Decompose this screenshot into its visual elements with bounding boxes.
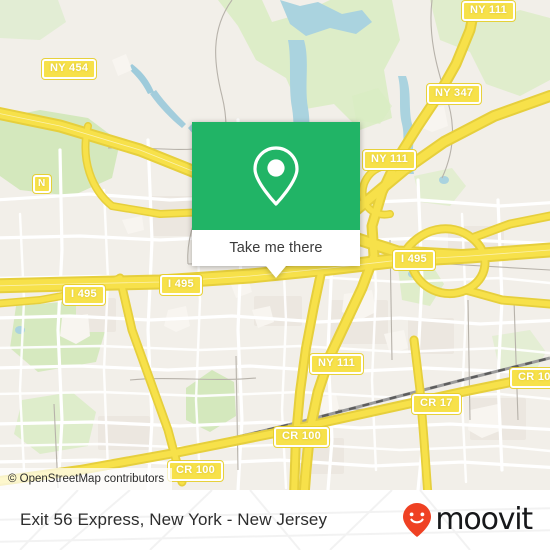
road-shield-ny-111-north[interactable]: NY 111: [462, 1, 516, 21]
map-screenshot: NY 454 NY 111 NY 347 NY 111 N I 495 I 49…: [0, 0, 550, 550]
moovit-pin-icon: [403, 503, 432, 537]
popup-footer[interactable]: Take me there: [192, 230, 360, 266]
popup-pointer-tail: [266, 266, 286, 278]
destination-popup-card[interactable]: Take me there: [192, 122, 360, 278]
road-shield-cr-100-mid[interactable]: CR 100: [274, 427, 330, 447]
road-shield-cr-100-west[interactable]: CR 100: [168, 461, 224, 481]
road-shield-cr-17[interactable]: CR 17: [412, 394, 461, 414]
road-shield-ny-347[interactable]: NY 347: [427, 84, 482, 104]
road-shield-ny-454[interactable]: NY 454: [42, 59, 97, 79]
moovit-logo[interactable]: moovit: [402, 502, 533, 538]
road-shield-i-495-west[interactable]: I 495: [63, 285, 105, 305]
place-title: Exit 56 Express, New York - New Jersey: [20, 510, 328, 529]
road-shield-n[interactable]: N: [33, 175, 51, 193]
osm-attribution-text: © OpenStreetMap contributors: [8, 473, 165, 485]
road-shield-cr-100-east[interactable]: CR 100: [510, 368, 550, 388]
location-pin-icon: [253, 146, 299, 206]
road-shield-i-495-east[interactable]: I 495: [393, 250, 435, 270]
popup-header: [192, 122, 360, 230]
road-shield-i-495-mid[interactable]: I 495: [160, 275, 202, 295]
moovit-wordmark: moovit: [435, 502, 533, 537]
osm-attribution[interactable]: © OpenStreetMap contributors: [0, 468, 173, 490]
road-shield-ny-111-south[interactable]: NY 111: [310, 354, 364, 374]
road-shield-ny-111-mid[interactable]: NY 111: [363, 150, 417, 170]
map-canvas[interactable]: NY 454 NY 111 NY 347 NY 111 N I 495 I 49…: [0, 0, 550, 490]
take-me-there-label: Take me there: [229, 240, 323, 256]
footer-bar: Exit 56 Express, New York - New Jersey m…: [0, 490, 550, 550]
